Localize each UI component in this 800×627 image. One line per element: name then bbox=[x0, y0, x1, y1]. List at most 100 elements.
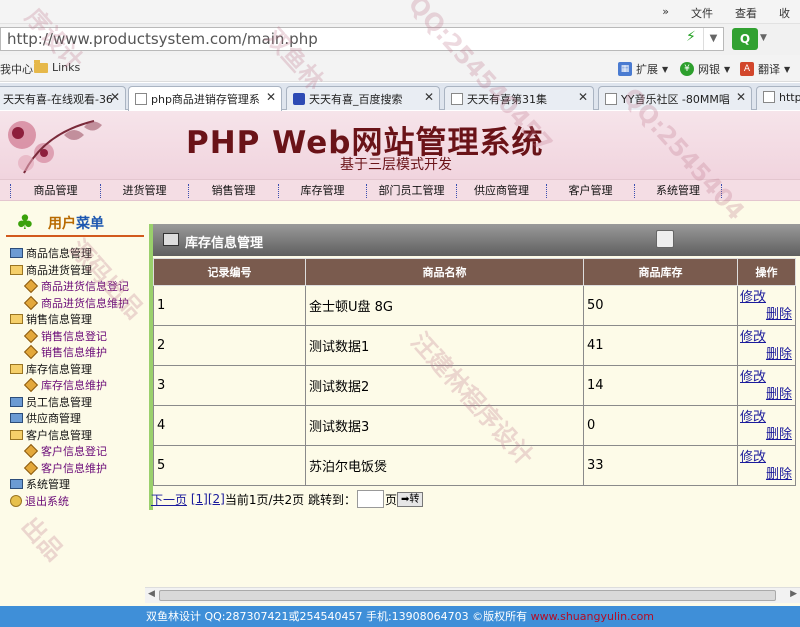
delete-link[interactable]: 删除 bbox=[740, 346, 792, 363]
tab-5[interactable]: YY音乐社区 -80MM唱 ✕ bbox=[598, 86, 752, 110]
delete-link[interactable]: 删除 bbox=[740, 426, 792, 443]
scroll-thumb[interactable] bbox=[159, 590, 776, 601]
tab-label: 天天有喜-在线观看-36 bbox=[3, 93, 113, 106]
search-engine-icon[interactable]: Q bbox=[732, 28, 758, 50]
menu-favorites[interactable]: 收 bbox=[779, 5, 790, 21]
favorite-item[interactable]: 我中心 bbox=[0, 61, 33, 77]
search-engine-dropdown-icon[interactable]: ▼ bbox=[760, 33, 767, 43]
next-page-link[interactable]: 下一页 bbox=[151, 491, 187, 508]
jump-page-input[interactable] bbox=[357, 490, 385, 508]
sidebar-item[interactable]: 供应商管理 bbox=[10, 410, 146, 427]
edit-link[interactable]: 修改 bbox=[740, 369, 792, 386]
sidebar-item[interactable]: 客户信息管理 bbox=[10, 427, 146, 444]
nav-product[interactable]: 商品管理 bbox=[10, 184, 100, 198]
tab-strip: 天天有喜-在线观看-36 ✕ php商品进销存管理系 ✕ 天天有喜_百度搜索 ✕… bbox=[0, 83, 800, 111]
sidebar-item[interactable]: 商品信息管理 bbox=[10, 245, 146, 262]
table-row: 2 测试数据1 41 修改 删除 bbox=[153, 325, 796, 366]
tab-label: 天天有喜第31集 bbox=[467, 93, 547, 106]
sidebar-item[interactable]: 员工信息管理 bbox=[10, 394, 146, 411]
close-icon[interactable]: ✕ bbox=[110, 90, 120, 104]
toolbar-translate[interactable]: A 翻译 ▼ bbox=[740, 61, 790, 77]
cell-name: 测试数据3 bbox=[305, 405, 584, 446]
sidebar-item[interactable]: 商品进货信息维护 bbox=[10, 295, 146, 312]
book-icon bbox=[10, 413, 23, 424]
page-status: 当前1页/共2页 bbox=[224, 492, 305, 507]
sidebar-item[interactable]: 商品进货信息登记 bbox=[10, 278, 146, 295]
sidebar-title: 用户菜单 bbox=[48, 213, 104, 233]
nav-customer[interactable]: 客户管理 bbox=[546, 184, 634, 198]
sidebar-title-b: 菜单 bbox=[76, 216, 104, 232]
nav-system[interactable]: 系统管理 bbox=[634, 184, 722, 198]
sidebar-item[interactable]: 销售信息维护 bbox=[10, 344, 146, 361]
flower-logo-icon bbox=[8, 120, 102, 174]
toolbar-extensions[interactable]: ▦ 扩展 ▼ bbox=[618, 61, 668, 77]
delete-link[interactable]: 删除 bbox=[740, 306, 792, 323]
tab-6[interactable]: http: bbox=[756, 86, 800, 110]
chevron-down-icon[interactable]: ▼ bbox=[703, 28, 723, 50]
sidebar-item-label: 库存信息管理 bbox=[26, 362, 92, 376]
sidebar-item[interactable]: 销售信息管理 bbox=[10, 311, 146, 328]
close-icon[interactable]: ✕ bbox=[266, 90, 276, 104]
horizontal-scrollbar[interactable]: ◀ ▶ bbox=[145, 587, 800, 603]
bullet-icon bbox=[23, 444, 39, 459]
tab-3[interactable]: 天天有喜_百度搜索 ✕ bbox=[286, 86, 440, 110]
page-1-link[interactable]: [1] bbox=[191, 492, 208, 506]
cell-id: 3 bbox=[153, 365, 306, 406]
sidebar-item-label: 退出系统 bbox=[25, 494, 69, 508]
sidebar-item[interactable]: 商品进货管理 bbox=[10, 262, 146, 279]
edit-link[interactable]: 修改 bbox=[740, 449, 792, 466]
menu-view[interactable]: 查看 bbox=[735, 5, 757, 21]
sidebar-item[interactable]: 客户信息维护 bbox=[10, 460, 146, 477]
sidebar-item[interactable]: 客户信息登记 bbox=[10, 443, 146, 460]
sidebar-item[interactable]: 退出系统 bbox=[10, 493, 146, 510]
sidebar-item-label: 销售信息维护 bbox=[41, 346, 107, 360]
sidebar-item[interactable]: 库存信息维护 bbox=[10, 377, 146, 394]
cell-actions: 修改 删除 bbox=[737, 445, 796, 486]
sidebar-item[interactable]: 系统管理 bbox=[10, 476, 146, 493]
tab-2-active[interactable]: php商品进销存管理系 ✕ bbox=[128, 86, 282, 111]
delete-link[interactable]: 删除 bbox=[740, 466, 792, 483]
close-icon[interactable]: ✕ bbox=[578, 90, 588, 104]
tab-1[interactable]: 天天有喜-在线观看-36 ✕ bbox=[0, 86, 126, 110]
print-icon[interactable] bbox=[656, 230, 674, 248]
cell-actions: 修改 删除 bbox=[737, 325, 796, 366]
nav-purchase[interactable]: 进货管理 bbox=[100, 184, 188, 198]
lightning-icon[interactable]: ⚡ bbox=[686, 29, 696, 45]
footer-site-link[interactable]: www.shuangyulin.com bbox=[531, 610, 654, 623]
edit-link[interactable]: 修改 bbox=[740, 329, 792, 346]
cell-actions: 修改 删除 bbox=[737, 365, 796, 406]
toolbar-netbank[interactable]: ¥ 网银 ▼ bbox=[680, 61, 730, 77]
cell-id: 4 bbox=[153, 405, 306, 446]
sidebar-item[interactable]: 销售信息登记 bbox=[10, 328, 146, 345]
page-icon bbox=[605, 93, 617, 105]
page-icon bbox=[451, 93, 463, 105]
book-icon bbox=[10, 248, 23, 259]
close-icon[interactable]: ✕ bbox=[424, 90, 434, 104]
sidebar-item[interactable]: 库存信息管理 bbox=[10, 361, 146, 378]
cell-name: 金士顿U盘 8G bbox=[305, 285, 584, 326]
nav-inventory[interactable]: 库存管理 bbox=[278, 184, 366, 198]
menu-more[interactable]: » bbox=[662, 5, 669, 21]
scroll-right-icon[interactable]: ▶ bbox=[790, 589, 797, 599]
extensions-icon: ▦ bbox=[618, 62, 632, 76]
scroll-left-icon[interactable]: ◀ bbox=[148, 589, 155, 599]
close-icon[interactable]: ✕ bbox=[736, 90, 746, 104]
nav-supplier[interactable]: 供应商管理 bbox=[456, 184, 546, 198]
col-stock: 商品库存 bbox=[583, 258, 738, 286]
address-input[interactable]: http://www.productsystem.com/main.php bbox=[0, 27, 724, 51]
nav-staff[interactable]: 部门员工管理 bbox=[366, 184, 456, 198]
tab-4[interactable]: 天天有喜第31集 ✕ bbox=[444, 86, 594, 110]
page-2-link[interactable]: [2] bbox=[208, 492, 225, 506]
delete-link[interactable]: 删除 bbox=[740, 386, 792, 403]
nav-sales[interactable]: 销售管理 bbox=[188, 184, 278, 198]
inventory-table: 记录编号 商品名称 商品库存 操作 1 金士顿U盘 8G 50 修改 删除 2 测试数据1 4… bbox=[153, 258, 796, 486]
cell-id: 5 bbox=[153, 445, 306, 486]
favorite-item-links[interactable]: Links bbox=[34, 59, 80, 74]
edit-link[interactable]: 修改 bbox=[740, 289, 792, 306]
cell-stock: 41 bbox=[583, 325, 738, 366]
menu-file[interactable]: 文件 bbox=[691, 5, 713, 21]
bullet-icon bbox=[23, 328, 39, 343]
edit-link[interactable]: 修改 bbox=[740, 409, 792, 426]
go-button[interactable]: ➡转 bbox=[397, 491, 424, 507]
cell-stock: 0 bbox=[583, 405, 738, 446]
